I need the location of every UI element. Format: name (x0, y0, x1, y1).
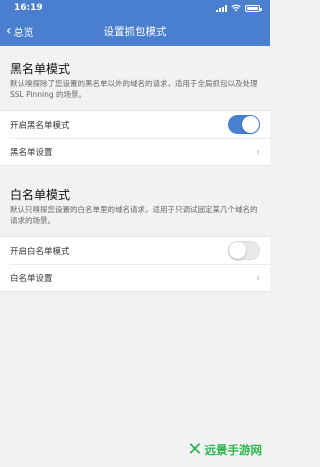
chevron-right-icon: › (256, 146, 260, 158)
watermark: ✕ 远景手游网 (187, 441, 262, 459)
page-title: 设置抓包模式 (103, 25, 167, 38)
status-time: 16:19 (14, 3, 43, 13)
chevron-left-icon: ‹ (6, 22, 12, 39)
back-label: 总览 (13, 27, 34, 39)
whitelist-section: 白名单模式 默认只嗅探您设置的白名单里的域名请求，适用于只调试固定某几个域名的请… (0, 172, 270, 292)
watermark-text: 远景手游网 (204, 443, 263, 457)
blacklist-toggle-label: 开启黑名单模式 (10, 120, 70, 131)
status-icons (216, 4, 262, 12)
watermark-logo-icon: ✕ (187, 439, 203, 460)
whitelist-group: 开启白名单模式 白名单设置 › (0, 236, 270, 292)
whitelist-settings-label: 白名单设置 (10, 274, 53, 284)
signal-icon (216, 4, 227, 12)
whitelist-toggle[interactable] (228, 241, 260, 260)
blacklist-description: 默认嗅探除了您设置的黑名单以外的域名的请求，适用于全局抓包以及处理 SSL Pi… (10, 79, 258, 99)
whitelist-title: 白名单模式 (10, 188, 71, 202)
back-button[interactable]: ‹ 总览 (6, 16, 34, 46)
whitelist-settings-row[interactable]: 白名单设置 › (10, 264, 270, 291)
header: 16:19 ‹ 总览 设置抓包模式 (0, 0, 270, 46)
battery-icon (245, 4, 262, 12)
blacklist-section: 黑名单模式 默认嗅探除了您设置的黑名单以外的域名的请求，适用于全局抓包以及处理 … (0, 46, 270, 166)
blacklist-title: 黑名单模式 (10, 62, 71, 76)
status-bar: 16:19 (0, 0, 270, 16)
blacklist-settings-label: 黑名单设置 (10, 148, 53, 158)
whitelist-toggle-label: 开启白名单模式 (10, 246, 70, 257)
blacklist-settings-row[interactable]: 黑名单设置 › (10, 138, 270, 165)
blacklist-toggle[interactable] (228, 115, 260, 134)
wifi-icon (231, 4, 241, 12)
chevron-right-icon: › (256, 272, 260, 284)
whitelist-toggle-row: 开启白名单模式 (0, 237, 270, 264)
blacklist-group: 开启黑名单模式 黑名单设置 › (0, 110, 270, 166)
blacklist-toggle-row: 开启黑名单模式 (0, 111, 270, 138)
whitelist-description: 默认只嗅探您设置的白名单里的域名请求，适用于只调试固定某几个域名的请求的场景。 (10, 205, 258, 225)
nav-bar: ‹ 总览 设置抓包模式 (0, 16, 270, 46)
